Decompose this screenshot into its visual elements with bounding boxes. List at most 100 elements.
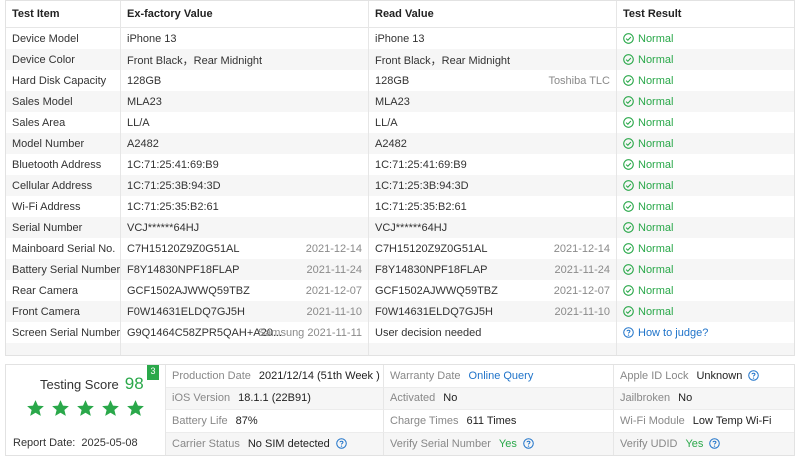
test-result-cell: Normal <box>617 259 794 280</box>
testing-score-value: 98 <box>124 374 144 393</box>
test-item-cell: Screen Serial Number <box>6 322 121 343</box>
read-value-cell: VCJ******64HJ <box>369 217 617 238</box>
help-icon[interactable] <box>742 370 760 382</box>
ex-factory-value: 1C:71:25:3B:94:3D <box>127 179 221 192</box>
rating-stars <box>26 399 145 421</box>
ex-factory-side-info: 2021-12-07 <box>305 284 362 297</box>
info-item-charge-times: Charge Times 611 Times <box>384 410 614 433</box>
ex-factory-value: C7H15120Z9Z0G51AL <box>127 242 240 255</box>
check-circle-icon <box>623 306 634 317</box>
result-status: Normal <box>623 285 673 297</box>
read-value-cell: 128GB Toshiba TLC <box>369 70 617 91</box>
result-label: How to judge? <box>638 326 709 339</box>
header-read-value: Read Value <box>369 1 617 27</box>
info-label: Verify UDID <box>620 437 678 450</box>
help-icon[interactable] <box>330 438 347 450</box>
test-result-cell: Normal <box>617 301 794 322</box>
table-row: Serial Number VCJ******64HJ VCJ******64HJ N… <box>6 217 794 238</box>
read-value: Front Black，Rear Midnight <box>375 54 511 67</box>
read-value-cell: User decision needed <box>369 322 617 343</box>
ex-factory-cell: 1C:71:25:41:69:B9 <box>121 154 369 175</box>
ex-factory-side-info: 2021-11-24 <box>306 263 362 276</box>
read-value: A2482 <box>375 137 407 150</box>
read-value-cell: Front Black，Rear Midnight <box>369 49 617 70</box>
result-label: Normal <box>638 137 674 150</box>
result-status: Normal <box>623 54 673 66</box>
check-circle-icon <box>623 201 634 212</box>
read-value: F0W14631ELDQ7GJ5H <box>375 305 493 318</box>
read-value: LL/A <box>375 116 398 129</box>
table-row: Wi-Fi Address 1C:71:25:35:B2:61 1C:71:25:3… <box>6 196 794 217</box>
online-query-link[interactable]: Online Query <box>469 370 534 382</box>
info-value: Yes <box>685 437 704 450</box>
info-item-verify-udid: Verify UDID Yes <box>614 432 794 455</box>
result-status: Normal <box>623 222 673 234</box>
test-result-cell: Normal <box>617 154 794 175</box>
ex-factory-value: F8Y14830NPF18FLAP <box>127 263 240 276</box>
report-date-label: Report Date: <box>13 437 76 449</box>
test-results-table: Test Item Ex-factory Value Read Value Te… <box>5 0 795 356</box>
test-item-cell: Device Color <box>6 49 121 70</box>
table-row: Device Color Front Black，Rear Midnight Fro… <box>6 49 794 70</box>
summary-panel: Testing Score 98 3 Report Date: 2025-05-0… <box>5 364 795 456</box>
ex-factory-side-info: 2021-12-14 <box>305 242 362 255</box>
read-value: MLA23 <box>375 95 410 108</box>
read-value-cell: GCF1502AJWWQ59TBZ 2021-12-07 <box>369 280 617 301</box>
check-circle-icon <box>623 222 634 233</box>
result-label: Normal <box>638 242 674 255</box>
testing-score-label: Testing Score <box>40 377 119 392</box>
info-label: Warranty Date <box>390 369 461 382</box>
star-icon <box>51 399 70 421</box>
info-label: Battery Life <box>172 414 228 427</box>
test-item-cell: Device Model <box>6 28 121 49</box>
read-value-cell: F8Y14830NPF18FLAP 2021-11-24 <box>369 259 617 280</box>
ex-factory-cell: 1C:71:25:3B:94:3D <box>121 175 369 196</box>
info-label: Apple ID Lock <box>620 369 689 382</box>
result-label: Normal <box>638 200 674 213</box>
check-circle-icon <box>623 243 634 254</box>
header-test-item: Test Item <box>6 1 121 27</box>
test-result-cell: Normal <box>617 133 794 154</box>
info-label: Carrier Status <box>172 437 240 450</box>
test-item-cell: Mainboard Serial No. <box>6 238 121 259</box>
ex-factory-value: LL/A <box>127 116 150 129</box>
test-result-cell: Normal <box>617 91 794 112</box>
info-item-activated: Activated No <box>384 387 614 410</box>
table-row: Front Camera F0W14631ELDQ7GJ5H 2021-11-10 F… <box>6 301 794 322</box>
ex-factory-value: MLA23 <box>127 95 162 108</box>
test-item-cell: Front Camera <box>6 301 121 322</box>
test-item-cell: Rear Camera <box>6 280 121 301</box>
testing-score-panel: Testing Score 98 3 Report Date: 2025-05-0… <box>6 365 166 455</box>
star-icon <box>26 399 45 421</box>
table-body: Device Model iPhone 13 iPhone 13 Normal Devi… <box>6 28 794 343</box>
test-item-cell: Battery Serial Number <box>6 259 121 280</box>
read-value: C7H15120Z9Z0G51AL <box>375 242 488 255</box>
result-label: Normal <box>638 221 674 234</box>
help-icon[interactable] <box>703 438 721 450</box>
read-value: GCF1502AJWWQ59TBZ <box>375 284 498 297</box>
table-row: Model Number A2482 A2482 Normal <box>6 133 794 154</box>
ex-factory-cell: iPhone 13 <box>121 28 369 49</box>
test-result-cell[interactable]: How to judge? <box>617 322 794 343</box>
ex-factory-side-info: Samsung 2021-11-11 <box>257 326 362 339</box>
read-value: 1C:71:25:35:B2:61 <box>375 200 467 213</box>
how-to-judge-link[interactable]: How to judge? <box>623 327 708 339</box>
check-circle-icon <box>623 138 634 149</box>
table-row: Rear Camera GCF1502AJWWQ59TBZ 2021-12-07 GC… <box>6 280 794 301</box>
info-label: iOS Version <box>172 392 231 405</box>
read-value-cell: iPhone 13 <box>369 28 617 49</box>
read-value: VCJ******64HJ <box>375 221 448 234</box>
test-result-cell: Normal <box>617 280 794 301</box>
test-result-cell: Normal <box>617 217 794 238</box>
info-item-apple-id-lock: Apple ID Lock Unknown <box>614 365 794 388</box>
help-icon[interactable] <box>517 438 534 450</box>
test-item-cell: Cellular Address <box>6 175 121 196</box>
table-row: Screen Serial Number G9Q1464C58ZPR5QAH+A2… <box>6 322 794 343</box>
check-circle-icon <box>623 285 634 296</box>
info-item-production-date: Production Date 2021/12/14 (51th Week ) <box>166 365 384 388</box>
result-status: Normal <box>623 75 673 87</box>
testing-score: Testing Score 98 <box>40 374 144 394</box>
read-side-info: 2021-12-07 <box>553 284 610 297</box>
ex-factory-cell: GCF1502AJWWQ59TBZ 2021-12-07 <box>121 280 369 301</box>
result-status: Normal <box>623 264 673 276</box>
